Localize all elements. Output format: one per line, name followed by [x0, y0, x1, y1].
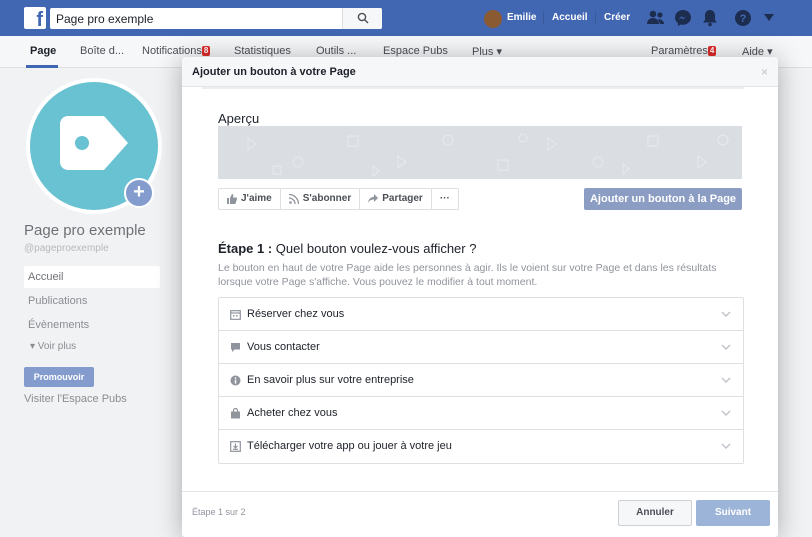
svg-text:?: ?: [740, 13, 747, 25]
bell-icon[interactable]: [702, 9, 718, 27]
chevron-down-icon: [721, 410, 731, 416]
search-input[interactable]: Page pro exemple: [56, 12, 153, 26]
chevron-down-icon: [721, 344, 731, 350]
button-options-list: Réserver chez vous Vous contacter En sav…: [218, 297, 744, 464]
like-button[interactable]: J'aime: [219, 189, 281, 209]
info-icon: [230, 375, 241, 386]
download-icon: [230, 441, 241, 452]
cancel-button[interactable]: Annuler: [618, 500, 692, 526]
option-learn-more[interactable]: En savoir plus sur votre entreprise: [219, 364, 743, 397]
option-label: Vous contacter: [247, 341, 320, 353]
share-label: Partager: [382, 193, 423, 204]
option-shop[interactable]: Acheter chez vous: [219, 397, 743, 430]
thumbs-up-icon: [227, 194, 237, 204]
user-avatar[interactable]: [484, 10, 502, 28]
tab-page[interactable]: Page: [30, 45, 56, 57]
subscribe-label: S'abonner: [302, 193, 352, 204]
chevron-down-icon: [721, 377, 731, 383]
step-title: Étape 1 : Quel bouton voulez-vous affich…: [218, 241, 476, 256]
divider: [182, 491, 778, 492]
settings-badge: 4: [707, 46, 717, 56]
subscribe-button[interactable]: S'abonner: [281, 189, 361, 209]
dialog-header: Ajouter un bouton à votre Page ×: [182, 57, 778, 87]
preview-heading: Aperçu: [218, 111, 260, 126]
facebook-logo-icon[interactable]: f: [24, 7, 46, 29]
home-link[interactable]: Accueil: [552, 12, 588, 23]
divider: [595, 11, 596, 25]
cover-preview: [218, 126, 742, 179]
tab-inbox[interactable]: Boîte d...: [80, 45, 124, 57]
tab-statistics[interactable]: Statistiques: [234, 45, 291, 57]
divider: [202, 87, 744, 89]
like-label: J'aime: [241, 193, 272, 204]
top-bar: f Page pro exemple Emilie Accueil Créer …: [0, 0, 812, 36]
search-icon: [357, 12, 369, 24]
calendar-icon: [230, 310, 241, 320]
share-arrow-icon: [368, 194, 379, 203]
more-options-button[interactable]: ···: [432, 189, 458, 209]
add-page-button-preview[interactable]: Ajouter un bouton à la Page: [584, 188, 742, 210]
page-actions-group: J'aime S'abonner Partager ···: [218, 188, 459, 210]
option-label: Télécharger votre app ou jouer à votre j…: [247, 440, 452, 452]
create-link[interactable]: Créer: [604, 12, 630, 23]
divider: [543, 11, 544, 25]
notifications-badge: 8: [201, 46, 211, 56]
search-button[interactable]: [342, 8, 382, 29]
next-button[interactable]: Suivant: [696, 500, 770, 526]
help-icon[interactable]: ?: [734, 9, 752, 27]
friends-icon[interactable]: [646, 9, 666, 27]
rss-icon: [288, 194, 299, 204]
step-question: Quel bouton voulez-vous afficher ?: [272, 241, 477, 256]
tab-ads-center[interactable]: Espace Pubs: [383, 45, 448, 57]
option-label: Réserver chez vous: [247, 308, 345, 320]
cover-pattern: [247, 133, 729, 178]
step-progress-text: Étape 1 sur 2: [192, 507, 246, 517]
tab-notifications-label: Notifications: [142, 45, 202, 57]
chevron-down-icon: [721, 311, 731, 317]
step-description: Le bouton en haut de votre Page aide les…: [218, 262, 717, 288]
tab-settings[interactable]: Paramètres 4: [651, 45, 717, 57]
dropdown-arrow-icon[interactable]: [764, 14, 774, 22]
add-button-dialog: Ajouter un bouton à votre Page × Aperçu …: [182, 57, 778, 537]
chat-icon: [231, 343, 240, 352]
more-dots-icon: ···: [439, 193, 450, 204]
dialog-title: Ajouter un bouton à votre Page: [192, 66, 356, 78]
option-label: Acheter chez vous: [247, 407, 338, 419]
shopping-bag-icon: [231, 408, 240, 419]
chevron-down-icon: [721, 443, 731, 449]
option-book[interactable]: Réserver chez vous: [219, 298, 743, 331]
option-download-app[interactable]: Télécharger votre app ou jouer à votre j…: [219, 430, 743, 463]
step-number: Étape 1 :: [218, 241, 273, 256]
close-icon[interactable]: ×: [761, 65, 768, 79]
tab-settings-label: Paramètres: [651, 45, 708, 57]
user-name-link[interactable]: Emilie: [507, 12, 536, 23]
option-contact[interactable]: Vous contacter: [219, 331, 743, 364]
option-label: En savoir plus sur votre entreprise: [247, 374, 414, 386]
tab-tools[interactable]: Outils ...: [316, 45, 356, 57]
search-bar[interactable]: Page pro exemple: [50, 8, 382, 29]
tab-notifications[interactable]: Notifications 8: [142, 45, 211, 57]
messenger-icon[interactable]: [674, 9, 692, 27]
share-button[interactable]: Partager: [360, 189, 432, 209]
